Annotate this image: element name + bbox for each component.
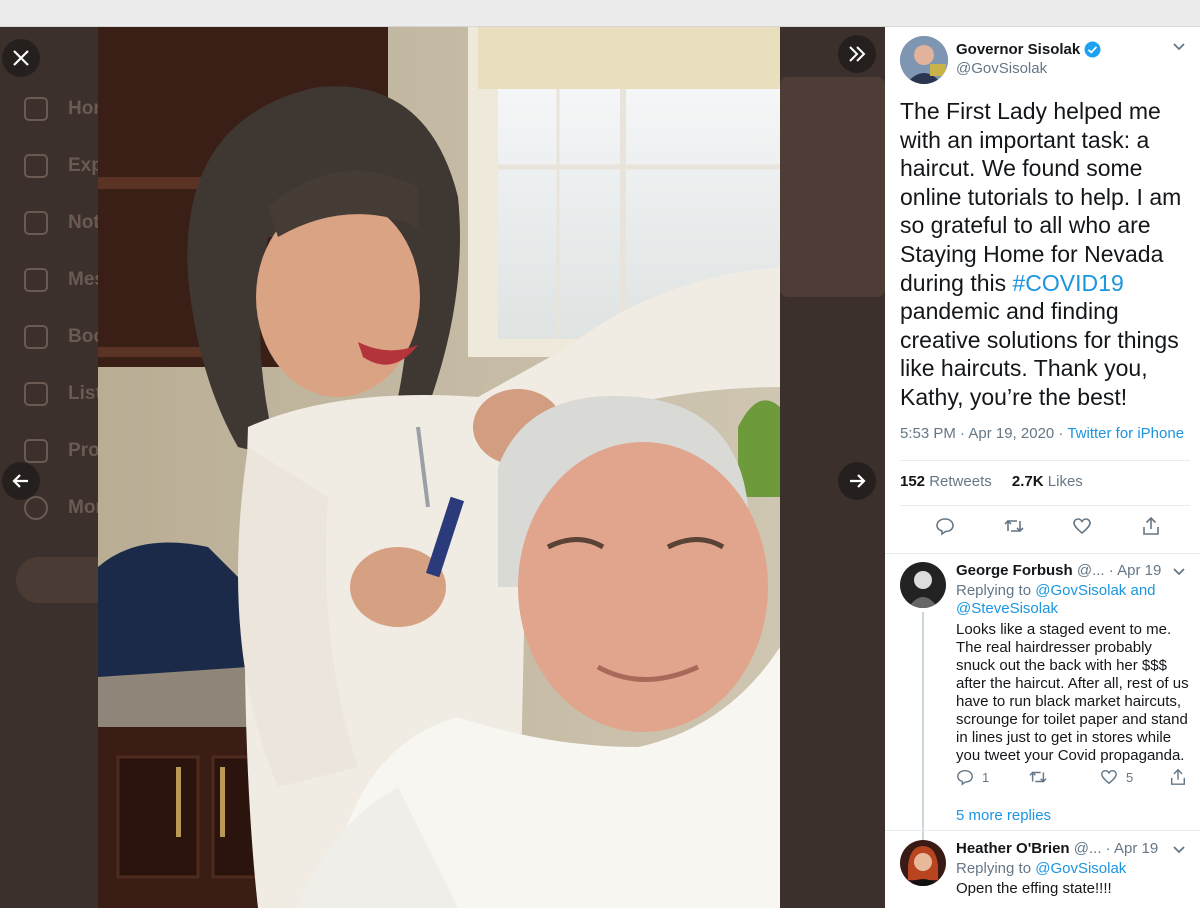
close-button[interactable] xyxy=(2,39,40,77)
tweet-source-link[interactable]: Twitter for iPhone xyxy=(1067,425,1184,442)
retweets-count: 152 xyxy=(900,473,926,490)
replying-to-link[interactable]: @GovSisolak xyxy=(1035,860,1126,877)
replying-to: Replying to @GovSisolak xyxy=(956,860,1186,878)
expand-panel-button[interactable] xyxy=(838,35,876,73)
reply-avatar[interactable] xyxy=(900,840,946,886)
retweet-icon xyxy=(1029,771,1047,783)
person-icon xyxy=(24,439,48,463)
retweet-icon xyxy=(1004,519,1024,533)
reply-like-count: 5 xyxy=(1126,769,1134,785)
reply-reply-button[interactable]: 1 xyxy=(956,768,989,786)
reply-handle-date: @... · Apr 19 xyxy=(1073,840,1159,857)
likes-stat[interactable]: 2.7K Likes xyxy=(1012,473,1083,490)
next-image-button[interactable] xyxy=(838,462,876,500)
reply-handle-date: @... · Apr 19 xyxy=(1076,562,1162,579)
divider xyxy=(885,830,1200,831)
reply-author-row[interactable]: George Forbush @... · Apr 19 xyxy=(956,562,1161,579)
reply-author-name[interactable]: George Forbush xyxy=(956,562,1073,579)
reply-like-button[interactable]: 5 xyxy=(1100,768,1133,786)
tweet-text-part: pandemic and finding creative solutions … xyxy=(900,298,1179,410)
reply-icon xyxy=(936,518,954,536)
author-avatar-image xyxy=(900,36,948,84)
previous-image-button[interactable] xyxy=(2,462,40,500)
reply-text: Open the effing state!!!! xyxy=(956,880,1112,897)
arrow-left-icon xyxy=(12,474,28,488)
reply-share-button[interactable] xyxy=(1169,768,1187,786)
reply-menu-button[interactable] xyxy=(1172,842,1186,858)
tweet-text-part: The First Lady helped me with an importa… xyxy=(900,98,1182,296)
reply-avatar-image xyxy=(900,840,946,886)
thread-line xyxy=(922,612,924,844)
tweet-text: The First Lady helped me with an importa… xyxy=(900,97,1190,412)
divider xyxy=(900,505,1190,506)
more-icon xyxy=(24,496,48,520)
double-chevron-right-icon xyxy=(849,46,866,62)
divider xyxy=(900,460,1190,461)
list-icon xyxy=(24,382,48,406)
author-name-row[interactable]: Governor Sisolak xyxy=(956,41,1101,58)
close-icon xyxy=(13,50,29,66)
tweet-actions xyxy=(900,515,1190,537)
replying-to-label: Replying to xyxy=(956,582,1036,599)
reply-item[interactable]: George Forbush @... · Apr 19 Replying to… xyxy=(885,562,1200,844)
likes-count: 2.7K xyxy=(1011,473,1044,490)
verified-badge-icon xyxy=(1084,41,1101,58)
chevron-down-icon xyxy=(1173,568,1185,576)
author-handle[interactable]: @GovSisolak xyxy=(956,60,1047,77)
divider xyxy=(885,553,1200,554)
reply-retweet-button[interactable] xyxy=(1028,768,1056,786)
share-button[interactable] xyxy=(1140,515,1162,537)
chevron-down-icon xyxy=(1173,43,1185,51)
reply-author-name[interactable]: Heather O'Brien xyxy=(956,840,1070,857)
tweet-meta: 5:53 PM · Apr 19, 2020 · Twitter for iPh… xyxy=(900,425,1184,442)
like-button[interactable] xyxy=(1071,515,1093,537)
more-replies-link[interactable]: 5 more replies xyxy=(956,807,1051,824)
likes-label: Likes xyxy=(1047,473,1083,490)
haircut-photo-illustration xyxy=(98,27,780,908)
reply-text: Looks like a staged event to me. The rea… xyxy=(956,621,1189,764)
reply-item[interactable]: Heather O'Brien @... · Apr 19 Replying t… xyxy=(885,840,1200,908)
replying-to-label: Replying to xyxy=(956,860,1036,877)
reply-button[interactable] xyxy=(934,515,956,537)
tweet-timestamp[interactable]: 5:53 PM · Apr 19, 2020 · xyxy=(900,425,1067,442)
reply-count: 1 xyxy=(982,769,990,785)
tweet-menu-button[interactable] xyxy=(1172,39,1186,55)
browser-top-bar xyxy=(0,0,1200,27)
reply-avatar[interactable] xyxy=(900,562,946,608)
mail-icon xyxy=(24,268,48,292)
reply-avatar-image xyxy=(900,562,946,608)
retweets-label: Retweets xyxy=(929,473,992,490)
hashtag-link[interactable]: #COVID19 xyxy=(1013,270,1124,296)
share-icon xyxy=(1143,516,1159,535)
reply-menu-button[interactable] xyxy=(1172,564,1186,580)
replying-to: Replying to @GovSisolak and @SteveSisola… xyxy=(956,582,1166,618)
tweet-stats: 152 Retweets 2.7K Likes xyxy=(900,473,1083,490)
retweet-button[interactable] xyxy=(1003,515,1025,537)
arrow-right-icon xyxy=(850,474,866,488)
reply-icon xyxy=(957,769,973,786)
retweets-stat[interactable]: 152 Retweets xyxy=(900,473,992,490)
heart-icon xyxy=(1073,518,1092,535)
tweet-photo xyxy=(98,27,780,908)
media-viewer: Home Explore Notifications Messages Book… xyxy=(0,27,885,908)
share-icon xyxy=(1170,768,1186,785)
author-name[interactable]: Governor Sisolak xyxy=(956,41,1080,58)
heart-icon xyxy=(1101,769,1117,785)
author-avatar[interactable] xyxy=(900,36,948,84)
bell-icon xyxy=(24,211,48,235)
bg-right-card xyxy=(780,77,885,297)
home-icon xyxy=(24,97,48,121)
hashtag-icon xyxy=(24,154,48,178)
reply-author-row[interactable]: Heather O'Brien @... · Apr 19 xyxy=(956,840,1158,857)
tweet-detail-panel: Governor Sisolak @GovSisolak The First L… xyxy=(885,27,1200,908)
bookmark-icon xyxy=(24,325,48,349)
chevron-down-icon xyxy=(1173,846,1185,854)
